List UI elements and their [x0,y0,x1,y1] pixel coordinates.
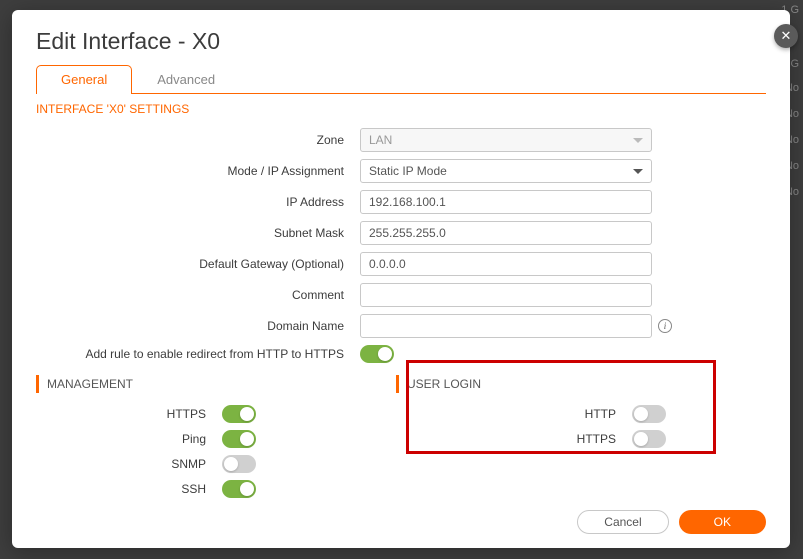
close-button[interactable] [774,24,798,48]
subnet-input[interactable] [360,221,652,245]
redirect-label: Add rule to enable redirect from HTTP to… [36,347,360,361]
mgmt-snmp-toggle[interactable] [222,455,256,473]
subnet-input-field[interactable] [369,226,643,240]
edit-interface-dialog: Edit Interface - X0 General Advanced INT… [12,10,790,548]
comment-input-field[interactable] [369,288,643,302]
login-https-label: HTTPS [396,432,632,446]
zone-select[interactable]: LAN [360,128,652,152]
gateway-label: Default Gateway (Optional) [36,257,360,271]
domain-label: Domain Name [36,319,360,333]
subnet-label: Subnet Mask [36,226,360,240]
dialog-title: Edit Interface - X0 [36,28,766,55]
mgmt-ssh-label: SSH [36,482,222,496]
user-login-title: USER LOGIN [396,375,766,393]
redirect-toggle[interactable] [360,345,394,363]
mgmt-ping-label: Ping [36,432,222,446]
tab-advanced[interactable]: Advanced [132,65,240,93]
cancel-button[interactable]: Cancel [577,510,668,534]
login-https-toggle[interactable] [632,430,666,448]
zone-value: LAN [369,133,392,147]
mode-select[interactable]: Static IP Mode [360,159,652,183]
tab-general[interactable]: General [36,65,132,93]
ip-input[interactable] [360,190,652,214]
mgmt-ping-toggle[interactable] [222,430,256,448]
zone-label: Zone [36,133,360,147]
mode-value: Static IP Mode [369,164,447,178]
info-icon[interactable]: i [658,319,672,333]
comment-label: Comment [36,288,360,302]
login-http-toggle[interactable] [632,405,666,423]
comment-input[interactable] [360,283,652,307]
ip-label: IP Address [36,195,360,209]
section-title: INTERFACE 'X0' SETTINGS [36,102,766,116]
gateway-input[interactable] [360,252,652,276]
tab-bar: General Advanced [36,65,766,94]
ip-input-field[interactable] [369,195,643,209]
mode-label: Mode / IP Assignment [36,164,360,178]
domain-input-field[interactable] [369,319,643,333]
mgmt-snmp-label: SNMP [36,457,222,471]
mgmt-ssh-toggle[interactable] [222,480,256,498]
chevron-down-icon [633,138,643,143]
login-http-label: HTTP [396,407,632,421]
domain-input[interactable] [360,314,652,338]
ok-button[interactable]: OK [679,510,766,534]
chevron-down-icon [633,169,643,174]
gateway-input-field[interactable] [369,257,643,271]
mgmt-https-label: HTTPS [36,407,222,421]
management-title: MANAGEMENT [36,375,396,393]
mgmt-https-toggle[interactable] [222,405,256,423]
